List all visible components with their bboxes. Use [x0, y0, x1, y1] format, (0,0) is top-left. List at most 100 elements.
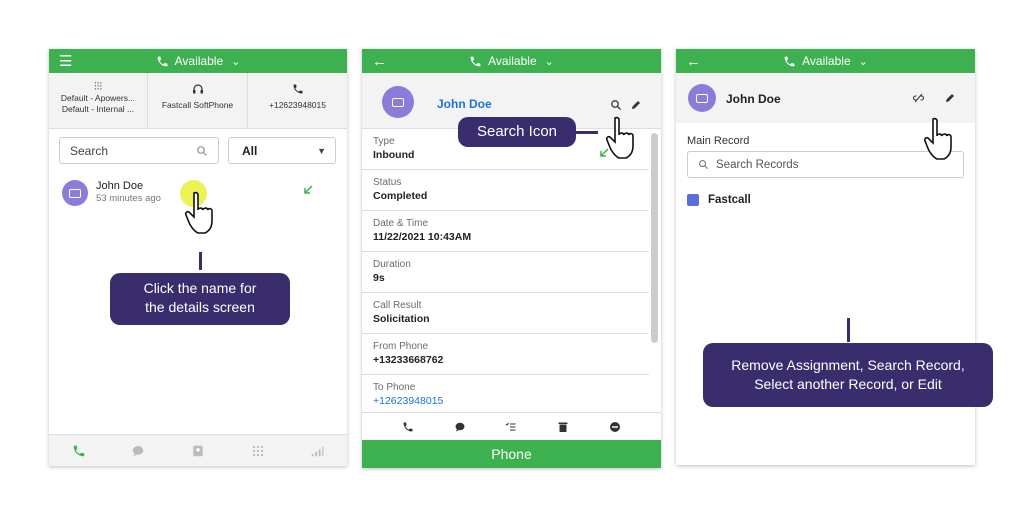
- chat-icon[interactable]: [454, 421, 466, 433]
- field-datetime: Date & Time 11/22/2021 10:43AM: [362, 212, 649, 252]
- phone-icon: [470, 56, 481, 66]
- field-from-phone: From Phone +13233668762: [362, 335, 649, 375]
- filter-select[interactable]: All ▼: [228, 137, 336, 164]
- phone-footer-button[interactable]: Phone: [362, 440, 661, 468]
- back-arrow-icon[interactable]: ←: [372, 49, 387, 73]
- status-label: Available: [174, 54, 224, 68]
- field-label: Call Result: [373, 300, 422, 311]
- field-label: Date & Time: [373, 218, 429, 229]
- tool-line: Default - Apowers...: [60, 93, 136, 103]
- equalizer-icon: ⫶⫶⫶: [93, 81, 103, 93]
- callout-text: Search Icon: [476, 123, 558, 140]
- minus-circle-icon[interactable]: [609, 421, 621, 433]
- hand-cursor-icon: [605, 116, 634, 159]
- status-label: Available: [488, 54, 537, 68]
- contact-time: 53 minutes ago: [96, 193, 161, 204]
- callout-line-text: the details screen: [145, 299, 255, 315]
- bottom-nav: [49, 434, 347, 466]
- checklist-icon[interactable]: [505, 421, 517, 433]
- callout-line: [199, 252, 202, 270]
- callout-line-text: Remove Assignment, Search Record,: [731, 357, 965, 373]
- search-icon[interactable]: [610, 99, 622, 111]
- search-placeholder: Search: [70, 143, 109, 158]
- hand-cursor-icon: [923, 117, 952, 160]
- avatar: [62, 180, 88, 206]
- main-record-label: Main Record: [687, 135, 750, 147]
- avatar: [382, 86, 414, 118]
- search-icon: [197, 145, 207, 156]
- contacts-icon[interactable]: [191, 444, 205, 458]
- status-label: Available: [802, 54, 851, 68]
- scrollbar[interactable]: [651, 133, 658, 343]
- availability-dropdown[interactable]: Available ⌄: [156, 54, 241, 68]
- phone-icon[interactable]: [402, 421, 414, 433]
- field-label: From Phone: [373, 341, 429, 352]
- unlink-icon[interactable]: [912, 92, 925, 104]
- signal-icon[interactable]: [310, 444, 324, 458]
- phone-icon[interactable]: [72, 444, 86, 458]
- phone-id-icon: [293, 84, 302, 94]
- chevron-down-icon: ⌄: [544, 55, 554, 68]
- chevron-down-icon: ⌄: [858, 55, 868, 68]
- top-bar: ← Available ⌄: [362, 49, 661, 73]
- tool-line: +12623948015: [269, 100, 326, 110]
- keypad-icon[interactable]: [251, 444, 265, 458]
- field-duration: Duration 9s: [362, 253, 649, 293]
- callout-line-text: Click the name for: [143, 280, 257, 296]
- field-label: Status: [373, 177, 402, 188]
- phone-list-panel: ☰ Available ⌄ ⫶⫶⫶ Default - Apowers... D…: [49, 49, 347, 466]
- phone-icon: [157, 56, 168, 66]
- callout-line-text: Select another Record, or Edit: [754, 376, 942, 392]
- field-call-result: Call Result Solicitation: [362, 294, 649, 334]
- field-to-phone: To Phone +12623948015: [362, 376, 649, 412]
- filter-value: All: [242, 143, 258, 158]
- tool-line: Fastcall SoftPhone: [161, 100, 234, 110]
- caller-id-tool[interactable]: +12623948015: [248, 73, 347, 128]
- back-arrow-icon[interactable]: ←: [686, 49, 701, 73]
- search-input[interactable]: Search: [59, 137, 219, 164]
- softphone-tool[interactable]: Fastcall SoftPhone: [148, 73, 248, 128]
- search-placeholder: Search Records: [716, 158, 799, 171]
- trash-icon[interactable]: [557, 421, 569, 433]
- contact-name-link[interactable]: John Doe: [437, 97, 492, 111]
- callout-click-name: Click the name for the details screen: [110, 273, 290, 325]
- action-bar: [362, 412, 661, 440]
- search-icon: [699, 160, 709, 170]
- chat-icon[interactable]: [131, 444, 145, 458]
- inbound-arrow-icon: [302, 183, 314, 201]
- device-tools-row: ⫶⫶⫶ Default - Apowers... Default - Inter…: [49, 73, 347, 129]
- contact-name: John Doe: [726, 92, 781, 106]
- field-label: Duration: [373, 259, 411, 270]
- phone-icon: [784, 56, 795, 66]
- field-status: Status Completed: [362, 171, 649, 211]
- to-phone-link[interactable]: +12623948015: [373, 395, 649, 407]
- record-type-icon: [687, 194, 699, 206]
- record-item[interactable]: Fastcall: [687, 194, 751, 206]
- availability-dropdown[interactable]: Available ⌄: [469, 54, 554, 68]
- field-value: 11/22/2021 10:43AM: [373, 231, 472, 243]
- pencil-icon[interactable]: [944, 92, 956, 104]
- call-details-panel: ← Available ⌄ John Doe Type Inbound Stat…: [362, 49, 661, 468]
- top-bar: ← Available ⌄: [676, 49, 975, 73]
- caret-down-icon: ▼: [317, 145, 326, 156]
- headset-icon: [192, 84, 203, 94]
- contact-name[interactable]: John Doe: [96, 180, 143, 192]
- top-bar: ☰ Available ⌄: [49, 49, 347, 73]
- callout-line: [576, 131, 598, 134]
- callout-line: [847, 318, 850, 342]
- hand-cursor-icon: [184, 191, 213, 234]
- audio-settings-tool[interactable]: ⫶⫶⫶ Default - Apowers... Default - Inter…: [49, 73, 148, 128]
- availability-dropdown[interactable]: Available ⌄: [783, 54, 868, 68]
- chevron-down-icon: ⌄: [231, 55, 241, 68]
- pencil-icon[interactable]: [630, 99, 642, 111]
- field-value: Completed: [373, 190, 428, 202]
- hamburger-menu-icon[interactable]: ☰: [59, 49, 72, 73]
- callout-search-icon: Search Icon: [458, 117, 576, 147]
- field-value: 9s: [373, 272, 385, 284]
- field-label: To Phone: [373, 382, 416, 393]
- field-value: Solicitation: [373, 313, 430, 325]
- field-value: +13233668762: [373, 354, 444, 366]
- callout-record-actions: Remove Assignment, Search Record, Select…: [703, 343, 993, 407]
- record-name: Fastcall: [708, 194, 751, 206]
- avatar: [688, 84, 716, 112]
